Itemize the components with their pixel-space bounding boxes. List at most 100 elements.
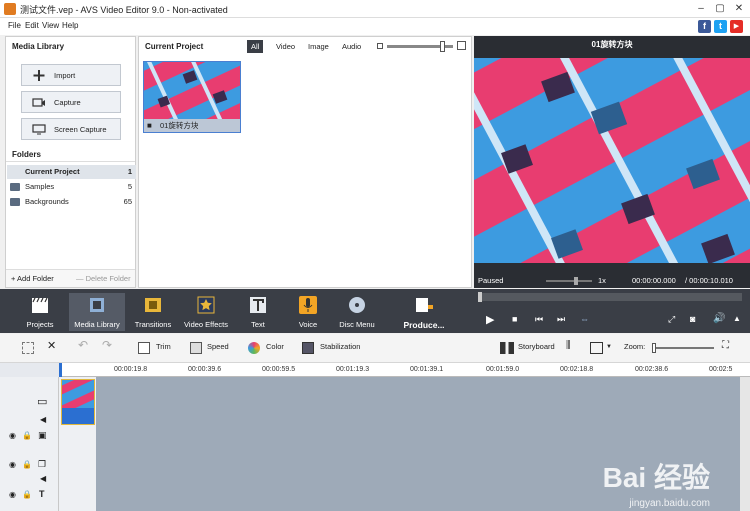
facebook-icon[interactable]: f	[698, 20, 711, 33]
playhead[interactable]	[59, 363, 62, 377]
stabilization-button[interactable]: Stabilization	[320, 342, 360, 351]
youtube-icon[interactable]: ▶	[730, 20, 743, 33]
next-frame-icon[interactable]: ⏭	[557, 314, 565, 325]
close-button[interactable]: ✕	[732, 2, 746, 16]
ruler-tick: 00:02:5	[709, 366, 733, 373]
project-panel: Current Project All Video Image Audio ■ …	[138, 36, 472, 288]
clapper-icon	[32, 297, 48, 313]
stabilization-icon	[302, 342, 314, 354]
menu-view[interactable]: View	[42, 21, 59, 30]
ruler-tick: 00:00:39.6	[188, 366, 222, 373]
ruler-tick: 00:00:19.8	[114, 366, 148, 373]
fit-timeline-icon[interactable]: ⛶	[722, 340, 729, 351]
thumbnail-zoom-slider[interactable]	[387, 41, 453, 52]
speed-button[interactable]: Speed	[207, 342, 229, 351]
voice-tool[interactable]: Voice	[280, 293, 336, 331]
lock-icon[interactable]: 🔒	[22, 460, 32, 469]
folder-samples[interactable]: Samples 5	[7, 180, 136, 194]
transitions-label: Transitions	[134, 320, 172, 329]
preview-title: 01旋转方块	[474, 36, 750, 54]
snapshot-camera-icon[interactable]: ◙	[690, 314, 695, 324]
storyboard-button[interactable]: Storyboard	[518, 342, 555, 351]
filter-video-tab[interactable]: Video	[272, 40, 299, 53]
folder-current-project[interactable]: Current Project 1	[7, 165, 136, 179]
visibility-eye-icon[interactable]: ◉	[9, 431, 16, 440]
import-button[interactable]: Import	[21, 64, 121, 86]
projects-tool[interactable]: Projects	[12, 293, 68, 331]
stop-icon[interactable]: ■	[512, 314, 517, 324]
add-folder-button[interactable]: + Add Folder	[11, 274, 54, 283]
undo-icon[interactable]: ↶	[78, 338, 88, 352]
menu-edit[interactable]: Edit	[25, 21, 39, 30]
baidu-watermark-url: jingyan.baidu.com	[629, 498, 710, 509]
filter-audio-tab[interactable]: Audio	[338, 40, 365, 53]
redo-icon[interactable]: ↷	[102, 338, 112, 352]
produce-tool[interactable]: Produce...	[395, 293, 453, 331]
screen-capture-label: Screen Capture	[54, 125, 107, 134]
title-bar: 测试文件.vep - AVS Video Editor 9.0 - Non-ac…	[0, 0, 750, 18]
disc-menu-label: Disc Menu	[339, 320, 375, 329]
playback-status: Paused	[478, 276, 504, 285]
visibility-eye-icon[interactable]: ◉	[9, 490, 16, 499]
display-dropdown-icon[interactable]: ▼	[606, 344, 612, 350]
lock-icon[interactable]: 🔒	[22, 431, 32, 440]
folder-backgrounds[interactable]: Backgrounds 65	[7, 195, 136, 209]
ruler-tick: 00:01:39.1	[410, 366, 444, 373]
media-library-panel: Media Library Import Capture Screen Capt…	[5, 36, 136, 288]
timeline-zoom-slider[interactable]	[652, 343, 714, 353]
speed-value: 1x	[598, 276, 606, 285]
lock-icon[interactable]: 🔒	[22, 490, 32, 499]
disc-menu-tool[interactable]: Disc Menu	[329, 293, 385, 331]
filter-all-tab[interactable]: All	[247, 40, 264, 53]
app-logo-icon	[4, 3, 16, 15]
media-library-tool[interactable]: Media Library	[69, 293, 125, 331]
playback-progress-bar[interactable]	[478, 292, 742, 302]
monitor-icon	[32, 124, 46, 135]
select-icon[interactable]	[22, 342, 34, 354]
text-track-icon: T	[39, 489, 45, 499]
film-library-icon	[90, 298, 104, 312]
timeline-video-clip[interactable]	[61, 379, 95, 425]
fullscreen-toggle-icon[interactable]: ⇔	[580, 314, 589, 324]
capture-button[interactable]: Capture	[21, 91, 121, 113]
delete-icon[interactable]: ✕	[47, 339, 56, 352]
volume-dropdown-icon[interactable]: ▲	[733, 314, 741, 323]
video-frame-image	[474, 58, 750, 263]
play-icon[interactable]: ▶	[486, 313, 494, 326]
screen-capture-button[interactable]: Screen Capture	[21, 118, 121, 140]
media-thumbnail[interactable]: ■ 01旋转方块	[143, 61, 241, 133]
filter-image-tab[interactable]: Image	[304, 40, 333, 53]
twitter-icon[interactable]: t	[714, 20, 727, 33]
video-effects-tool[interactable]: Video Effects	[178, 293, 234, 331]
audio-mute-icon[interactable]: ◀	[40, 415, 46, 424]
total-duration: / 00:00:10.010	[685, 276, 733, 285]
maximize-button[interactable]: ▢	[713, 2, 727, 16]
transitions-tool[interactable]: Transitions	[125, 293, 181, 331]
color-button[interactable]: Color	[266, 342, 284, 351]
timeline-ruler[interactable]: 00:00:19.8 00:00:39.6 00:00:59.5 00:01:1…	[59, 363, 750, 377]
volume-icon[interactable]: 🔊	[713, 313, 725, 324]
clip-frame-image	[62, 380, 94, 424]
text-tool[interactable]: Text	[230, 293, 286, 331]
folder-icon	[10, 198, 20, 206]
menu-help[interactable]: Help	[62, 21, 78, 30]
audio-mixer-icon[interactable]: ⫼	[566, 340, 571, 351]
text-label: Text	[251, 320, 265, 329]
speed-slider[interactable]	[546, 277, 592, 285]
fit-screen-icon[interactable]: ⤢	[668, 314, 675, 325]
delete-folder-button[interactable]: — Delete Folder	[76, 274, 131, 283]
previous-frame-icon[interactable]: ⏮	[535, 314, 543, 325]
video-preview[interactable]	[474, 58, 750, 263]
projects-label: Projects	[26, 320, 54, 329]
timeline-vertical-scrollbar[interactable]	[740, 377, 750, 511]
display-icon[interactable]	[590, 342, 603, 354]
menu-file[interactable]: File	[8, 21, 21, 30]
visibility-eye-icon[interactable]: ◉	[9, 460, 16, 469]
project-title: Current Project	[145, 42, 204, 51]
main-toolbar: Projects Media Library Transitions Video…	[0, 289, 750, 333]
zoom-small-icon	[377, 43, 383, 49]
minimize-button[interactable]: –	[694, 2, 708, 16]
trim-button[interactable]: Trim	[156, 342, 171, 351]
speed-icon	[190, 342, 202, 354]
audio-mute-icon[interactable]: ◀	[40, 474, 46, 483]
